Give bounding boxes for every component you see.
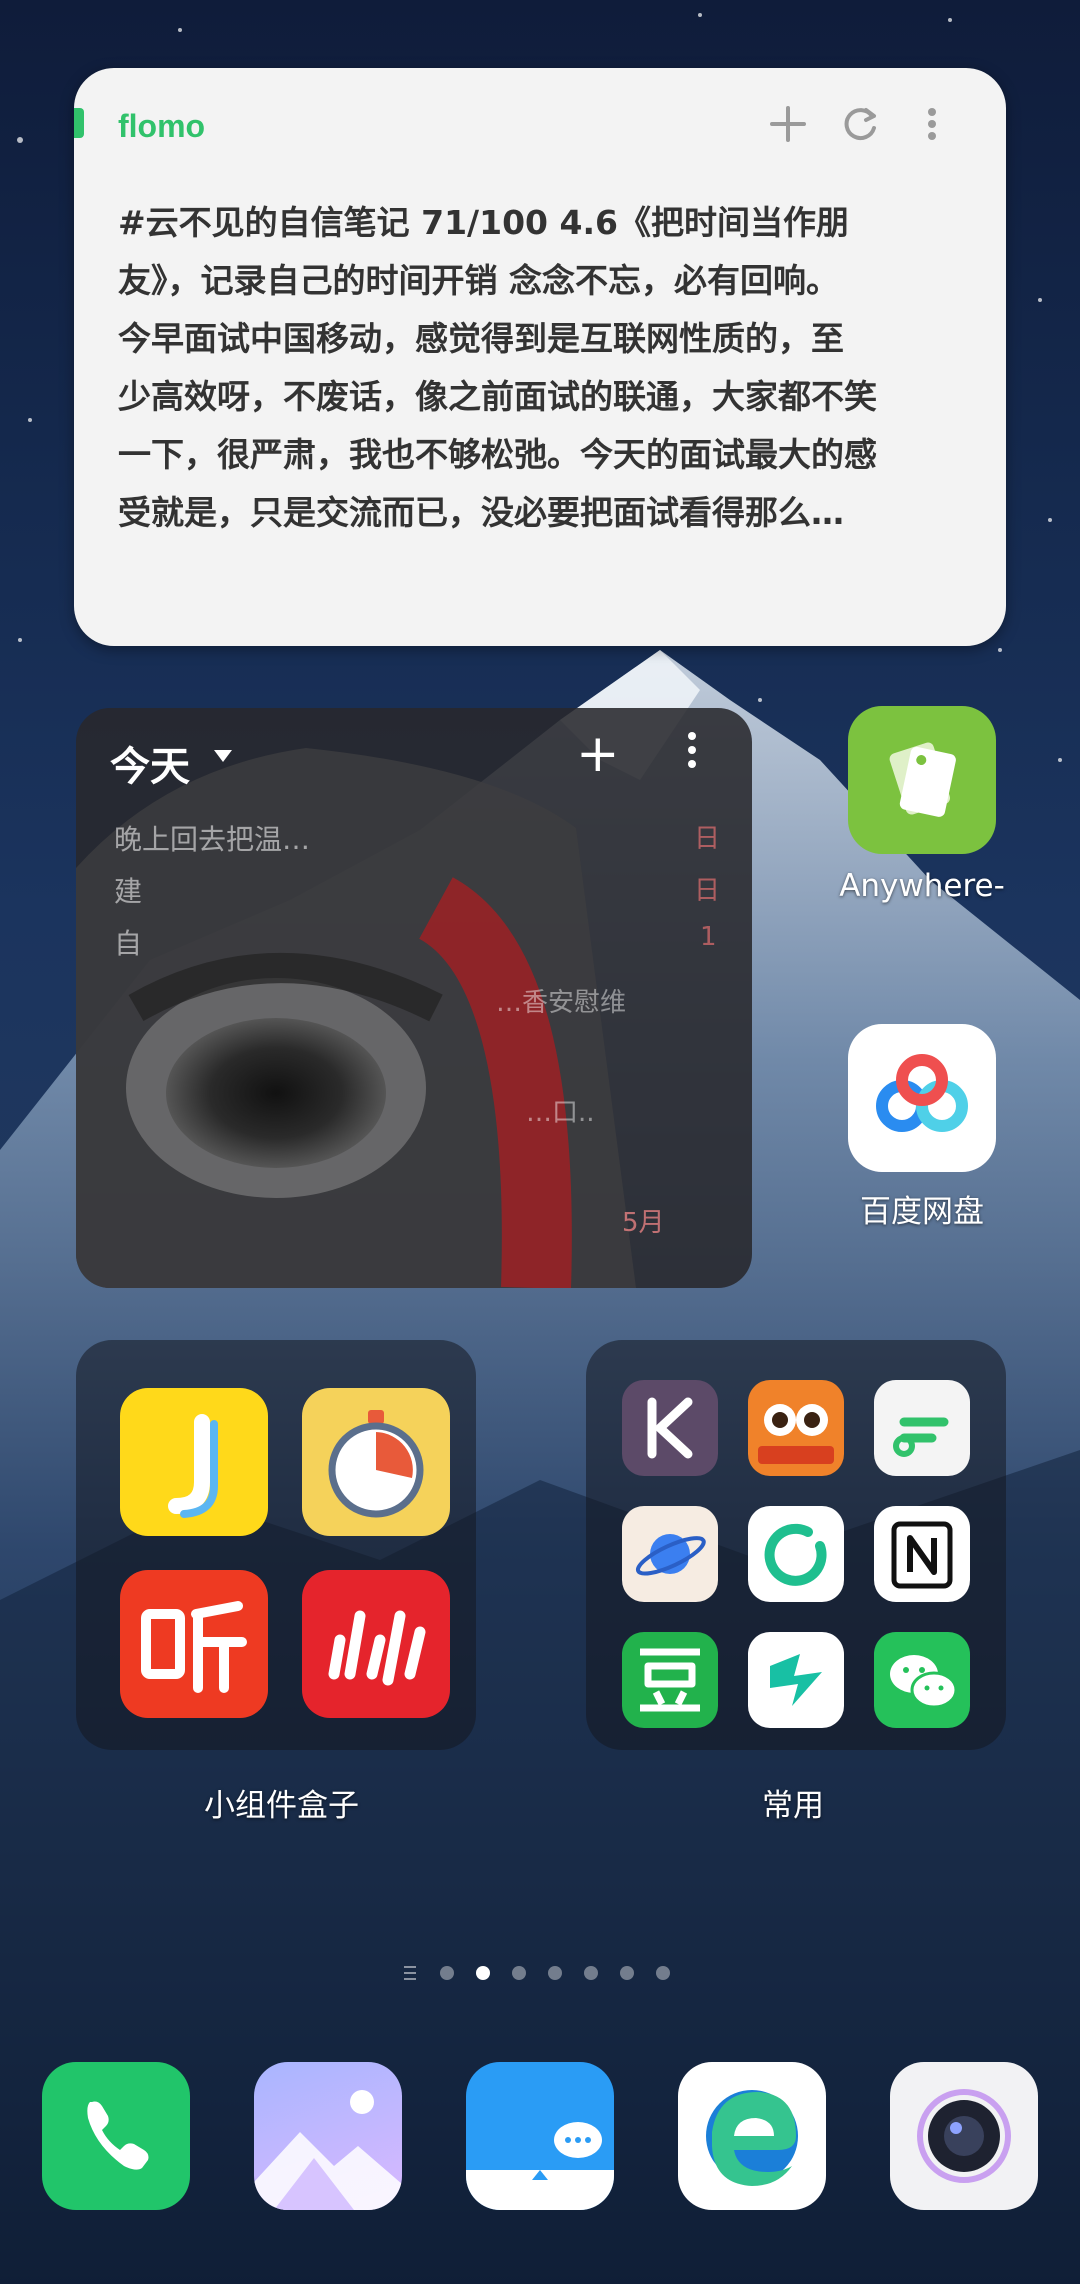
- page-dot[interactable]: [620, 1966, 634, 1980]
- keep-icon[interactable]: [622, 1380, 718, 1476]
- flomo-line: #云不见的自信笔记 71/100 4.6《把时间当作朋: [118, 203, 849, 242]
- task-row[interactable]: 建: [114, 870, 142, 910]
- more-vertical-icon[interactable]: [910, 102, 954, 146]
- phone-icon[interactable]: [42, 2062, 190, 2210]
- page-dot[interactable]: [584, 1966, 598, 1980]
- app-anywhere[interactable]: Anywhere-: [822, 706, 1022, 904]
- page-dot[interactable]: [548, 1966, 562, 1980]
- page-dot[interactable]: [440, 1966, 454, 1980]
- today-widget[interactable]: 今天 + 晚上回去把温… 建 自 …香安慰维 …口.. 5月 日 日 1: [76, 708, 752, 1288]
- menu-lines-icon[interactable]: [402, 1964, 418, 1982]
- planet-browser-icon[interactable]: [622, 1506, 718, 1602]
- iqiyi-video-icon[interactable]: [302, 1570, 450, 1718]
- task-row[interactable]: …香安慰维: [496, 982, 626, 1019]
- camera-icon[interactable]: [890, 2062, 1038, 2210]
- app-label: 百度网盘: [860, 1194, 984, 1230]
- page-dot-active[interactable]: [476, 1966, 490, 1980]
- flomo-accent-bar: [74, 108, 84, 138]
- baidu-netdisk-icon: [848, 1024, 996, 1172]
- page-dot[interactable]: [656, 1966, 670, 1980]
- refresh-icon[interactable]: [838, 102, 882, 146]
- flomo-line: 少高效呀，不废话，像之前面试的联通，大家都不笑: [118, 377, 877, 416]
- task-date-mark: 1: [700, 922, 717, 952]
- flomo-line: 一下，很严肃，我也不够松弛。今天的面试最大的感: [118, 435, 877, 474]
- flomo-widget[interactable]: flomo #云不见的自信笔记 71/100 4.6《把时间当作朋 友》，记录自…: [74, 68, 1006, 646]
- edge-browser-icon[interactable]: [678, 2062, 826, 2210]
- flomo-line: 受就是，只是交流而已，没必要把面试看得那么…: [118, 493, 844, 532]
- flomo-brand: flomo: [118, 108, 206, 144]
- flomo-note-text: #云不见的自信笔记 71/100 4.6《把时间当作朋 友》，记录自己的时间开销…: [118, 194, 968, 542]
- app-baidu-netdisk[interactable]: 百度网盘: [822, 1024, 1022, 1231]
- stopwatch-icon[interactable]: [302, 1388, 450, 1536]
- task-date-mark: 日: [694, 876, 721, 906]
- flomo-app-icon[interactable]: [874, 1380, 970, 1476]
- anywhere-cards-icon: [848, 706, 996, 854]
- wechat-icon[interactable]: [874, 1632, 970, 1728]
- task-row[interactable]: 自: [114, 922, 142, 962]
- lightning-app-icon[interactable]: [748, 1632, 844, 1728]
- plus-icon[interactable]: [766, 102, 810, 146]
- douban-icon[interactable]: [622, 1632, 718, 1728]
- today-title[interactable]: 今天: [110, 734, 190, 792]
- plus-icon[interactable]: +: [576, 724, 620, 784]
- widget-eye-artwork: [76, 748, 636, 1288]
- loop-app-icon[interactable]: [748, 1506, 844, 1602]
- folder-label: 常用: [762, 1788, 824, 1824]
- task-date: 5月: [622, 1208, 665, 1238]
- page-dot[interactable]: [512, 1966, 526, 1980]
- j-app-icon[interactable]: [120, 1388, 268, 1536]
- gallery-icon[interactable]: [254, 2062, 402, 2210]
- task-row[interactable]: …口..: [526, 1092, 595, 1129]
- folder-common[interactable]: [586, 1340, 1006, 1750]
- app-label: Anywhere-: [839, 868, 1005, 904]
- owl-app-icon[interactable]: [748, 1380, 844, 1476]
- folder-label: 小组件盒子: [204, 1788, 359, 1824]
- flomo-line: 友》，记录自己的时间开销 念念不忘，必有回响。: [118, 261, 839, 300]
- folder-widget-box[interactable]: [76, 1340, 476, 1750]
- flomo-line: 今早面试中国移动，感觉得到是互联网性质的，至: [118, 319, 844, 358]
- messages-icon[interactable]: [466, 2062, 614, 2210]
- task-date-mark: 日: [694, 824, 721, 854]
- ting-listen-icon[interactable]: [120, 1570, 268, 1718]
- more-vertical-icon[interactable]: [684, 728, 700, 778]
- notion-icon[interactable]: [874, 1506, 970, 1602]
- chevron-down-icon[interactable]: [214, 750, 232, 762]
- task-row[interactable]: 晚上回去把温…: [114, 818, 310, 858]
